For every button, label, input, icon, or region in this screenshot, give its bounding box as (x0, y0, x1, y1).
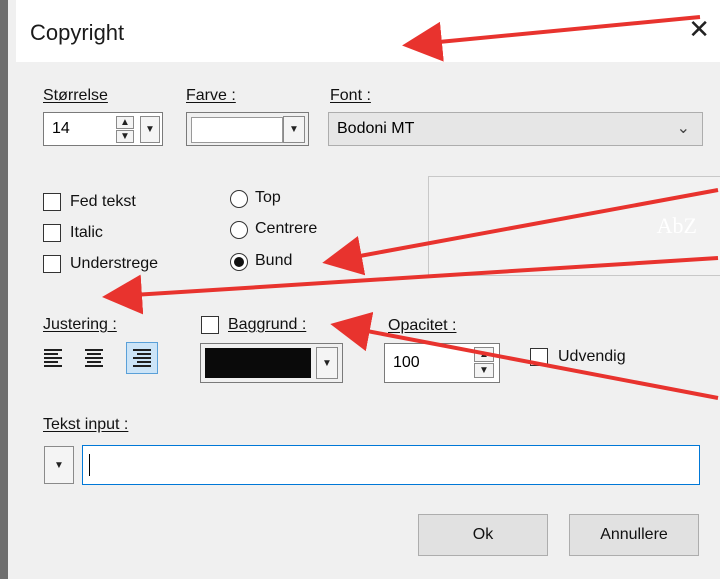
cancel-button-label: Annullere (600, 526, 668, 543)
text-input-field[interactable] (82, 445, 700, 485)
size-spin-up-button[interactable]: ▲ (116, 116, 134, 129)
close-icon[interactable]: ✕ (688, 14, 710, 44)
font-value: Bodoni MT (337, 120, 415, 137)
underline-label: Understrege (70, 255, 159, 272)
align-right-icon[interactable] (126, 342, 158, 374)
size-label: Størrelse (43, 87, 108, 104)
outside-checkbox[interactable] (530, 348, 548, 366)
font-label: Font : (330, 87, 371, 104)
background-color-dropdown-button[interactable]: ▼ (316, 347, 338, 379)
top-radio[interactable] (230, 190, 248, 208)
size-value: 14 (52, 120, 70, 137)
bottom-radio[interactable] (230, 253, 248, 271)
center-radio[interactable] (230, 221, 248, 239)
alignment-label: Justering : (43, 316, 117, 333)
opacity-spin-down-button[interactable]: ▼ (474, 363, 494, 378)
font-select[interactable]: Bodoni MT ⌄ (328, 112, 703, 146)
title-bar: Copyright ✕ (16, 0, 720, 62)
opacity-label: Opacitet : (388, 317, 457, 334)
color-dropdown-button[interactable]: ▼ (283, 116, 305, 143)
bottom-radio-label: Bund (255, 252, 293, 269)
chevron-down-icon: ⌄ (676, 120, 690, 137)
size-dropdown-button[interactable]: ▼ (140, 116, 160, 143)
background-label: Baggrund : (228, 316, 307, 333)
text-input-dropdown-button[interactable]: ▼ (44, 446, 74, 484)
ok-button-label: Ok (472, 526, 494, 543)
italic-checkbox[interactable] (43, 224, 61, 242)
preview-panel: AbZ (428, 176, 720, 276)
align-left-icon[interactable] (44, 344, 72, 372)
preview-text: AbZ (656, 213, 697, 238)
italic-label: Italic (70, 224, 103, 241)
center-radio-label: Centrere (255, 220, 318, 237)
cancel-button[interactable]: Annullere (569, 514, 699, 556)
underline-checkbox[interactable] (43, 255, 61, 273)
text-cursor (89, 454, 90, 476)
background-checkbox[interactable] (201, 316, 219, 334)
dialog-title: Copyright (30, 20, 125, 45)
size-spin-down-button[interactable]: ▼ (116, 130, 134, 143)
opacity-value: 100 (393, 354, 420, 371)
bold-checkbox[interactable] (43, 193, 61, 211)
outside-label: Udvendig (558, 348, 626, 365)
color-swatch (191, 117, 283, 143)
color-label: Farve : (186, 87, 236, 104)
ok-button[interactable]: Ok (418, 514, 548, 556)
top-radio-label: Top (255, 189, 281, 206)
opacity-spin-up-button[interactable]: ▲ (474, 347, 494, 362)
align-center-icon[interactable] (80, 344, 108, 372)
text-input-label: Tekst input : (43, 416, 129, 433)
bold-label: Fed tekst (70, 193, 136, 210)
background-color-swatch (205, 348, 311, 378)
